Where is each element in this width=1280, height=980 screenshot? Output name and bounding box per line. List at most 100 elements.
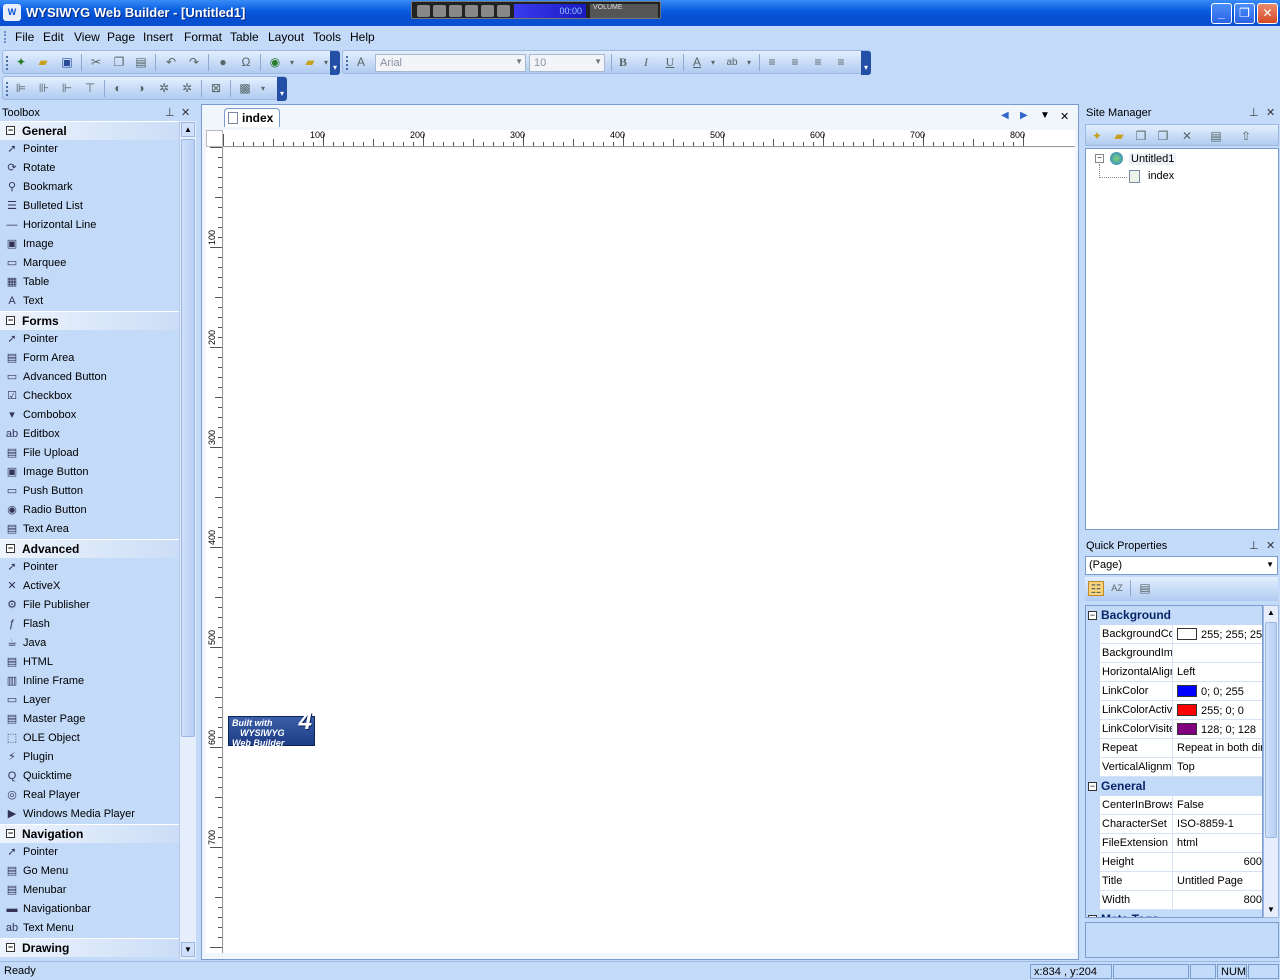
collapse-icon[interactable]: − bbox=[1088, 915, 1097, 917]
media-pause-icon[interactable] bbox=[449, 5, 462, 17]
toolbox-item[interactable]: ⚲ Bookmark bbox=[0, 178, 196, 197]
menu-view[interactable]: View bbox=[74, 30, 100, 44]
collapse-icon[interactable]: − bbox=[6, 829, 15, 838]
toolbox-item[interactable]: ☰ Bulleted List bbox=[0, 197, 196, 216]
media-play-icon[interactable] bbox=[433, 5, 446, 17]
copy-icon[interactable]: ❐ bbox=[111, 55, 127, 70]
property-row[interactable]: BackgroundImage bbox=[1086, 644, 1262, 663]
size-to-fit-icon[interactable]: ⊠ bbox=[208, 81, 224, 96]
toolbox-section-advanced[interactable]: − Advanced bbox=[0, 539, 196, 558]
property-row[interactable]: Height 600 bbox=[1086, 853, 1262, 872]
preview-icon[interactable]: ◉ bbox=[267, 55, 283, 70]
toolbox-item[interactable]: ▣ Image bbox=[0, 235, 196, 254]
toolbox-item[interactable]: ▭ Layer bbox=[0, 691, 196, 710]
collapse-icon[interactable]: − bbox=[6, 943, 15, 952]
toolbox-item[interactable]: ⚡ Plugin bbox=[0, 748, 196, 767]
menu-table[interactable]: Table bbox=[230, 30, 259, 44]
toolbox-item[interactable]: A Text bbox=[0, 292, 196, 311]
scrollbar-thumb[interactable] bbox=[181, 139, 195, 737]
property-value[interactable]: 0; 0; 255 bbox=[1175, 682, 1262, 701]
tree-node-index[interactable]: index bbox=[1148, 170, 1174, 182]
toolbox-section-drawing[interactable]: − Drawing bbox=[0, 938, 196, 957]
group-icon[interactable]: ✲ bbox=[156, 81, 172, 96]
toolbox-item[interactable]: ☕ Java bbox=[0, 634, 196, 653]
delete-icon[interactable]: ✕ bbox=[1179, 129, 1195, 144]
duplicate-icon[interactable]: ❐ bbox=[1155, 129, 1171, 144]
scroll-up-icon[interactable]: ▲ bbox=[181, 122, 195, 137]
collapse-icon[interactable]: − bbox=[6, 544, 15, 553]
spell-dropdown-icon[interactable]: ▾ bbox=[741, 55, 757, 70]
toolbox-item[interactable]: ▥ Inline Frame bbox=[0, 672, 196, 691]
toolbox-item[interactable]: ◉ Radio Button bbox=[0, 501, 196, 520]
property-row[interactable]: FileExtension html bbox=[1086, 834, 1262, 853]
toolbox-item[interactable]: ▤ Menubar bbox=[0, 881, 196, 900]
spell-check-icon[interactable]: ab bbox=[724, 55, 740, 70]
new-folder-icon[interactable]: ▰ bbox=[1111, 129, 1127, 144]
toolbox-item[interactable]: ▾ Combobox bbox=[0, 406, 196, 425]
pin-icon[interactable]: ⊥ bbox=[1249, 106, 1259, 119]
property-row[interactable]: Repeat Repeat in both directions bbox=[1086, 739, 1262, 758]
menu-help[interactable]: Help bbox=[350, 30, 375, 44]
new-page-icon[interactable]: ✦ bbox=[1089, 129, 1105, 144]
toolbar-options-icon[interactable]: ▾ bbox=[330, 51, 340, 75]
pin-icon[interactable]: ⊥ bbox=[1249, 539, 1259, 552]
property-row[interactable]: LinkColorActive 255; 0; 0 bbox=[1086, 701, 1262, 720]
toolbox-item[interactable]: ▤ Form Area bbox=[0, 349, 196, 368]
toolbox-item[interactable]: ▤ Go Menu bbox=[0, 862, 196, 881]
property-row[interactable]: CharacterSet ISO-8859-1 bbox=[1086, 815, 1262, 834]
toolbox-item[interactable]: ▭ Advanced Button bbox=[0, 368, 196, 387]
paste-icon[interactable]: ▤ bbox=[133, 55, 149, 70]
alphabetical-icon[interactable]: AZ bbox=[1109, 581, 1125, 596]
menu-edit[interactable]: Edit bbox=[43, 30, 64, 44]
menu-insert[interactable]: Insert bbox=[143, 30, 173, 44]
media-next-icon[interactable] bbox=[481, 5, 494, 17]
menu-format[interactable]: Format bbox=[184, 30, 222, 44]
toolbox-item[interactable]: ab Editbox bbox=[0, 425, 196, 444]
toolbar-options-icon[interactable]: ▾ bbox=[277, 77, 287, 101]
align-justify-icon[interactable]: ≡ bbox=[833, 55, 849, 70]
toolbox-item[interactable]: ▦ Table bbox=[0, 273, 196, 292]
toolbox-item[interactable]: ⟳ Rotate bbox=[0, 159, 196, 178]
media-stop-icon[interactable] bbox=[465, 5, 478, 17]
properties-icon[interactable]: ▤ bbox=[1208, 129, 1224, 144]
align-top-icon[interactable]: ⊤ bbox=[82, 81, 98, 96]
property-grid-scrollbar[interactable]: ▲ ▼ bbox=[1263, 605, 1279, 918]
property-row[interactable]: LinkColor 0; 0; 255 bbox=[1086, 682, 1262, 701]
ungroup-icon[interactable]: ✲ bbox=[179, 81, 195, 96]
media-prev-icon[interactable] bbox=[417, 5, 430, 17]
toolbox-item[interactable]: ƒ Flash bbox=[0, 615, 196, 634]
toolbox-item[interactable]: ▤ Master Page bbox=[0, 710, 196, 729]
align-left-edges-icon[interactable]: ⊫ bbox=[13, 81, 29, 96]
publish-icon[interactable]: ▰ bbox=[302, 55, 318, 70]
close-icon[interactable]: ✕ bbox=[1266, 106, 1275, 119]
toolbox-section-navigation[interactable]: − Navigation bbox=[0, 824, 196, 843]
preview-dropdown-icon[interactable]: ▾ bbox=[284, 55, 300, 70]
font-name-combo[interactable]: Arial ▼ bbox=[375, 54, 526, 72]
open-icon[interactable]: ▰ bbox=[35, 55, 51, 70]
toolbox-item[interactable]: ▣ Image Button bbox=[0, 463, 196, 482]
send-back-icon[interactable]: ◑ bbox=[133, 81, 149, 96]
scrollbar-thumb[interactable] bbox=[1265, 622, 1277, 838]
categorized-icon[interactable]: ☷ bbox=[1088, 581, 1104, 596]
toolbox-scrollbar[interactable]: ▲ ▼ bbox=[179, 121, 196, 959]
page-canvas[interactable] bbox=[224, 148, 1075, 953]
close-icon[interactable]: ✕ bbox=[181, 106, 190, 119]
redo-icon[interactable]: ↷ bbox=[186, 55, 202, 70]
copy-page-icon[interactable]: ❐ bbox=[1133, 129, 1149, 144]
menu-grip[interactable] bbox=[4, 31, 7, 43]
property-value[interactable]: Top bbox=[1175, 758, 1262, 777]
property-value[interactable]: 600 bbox=[1175, 853, 1262, 872]
toolbox-item[interactable]: ▶ Windows Media Player bbox=[0, 805, 196, 824]
toolbox-item[interactable]: ➚ Pointer bbox=[0, 140, 196, 159]
property-value[interactable]: Left bbox=[1175, 663, 1262, 682]
property-row[interactable]: Width 800 bbox=[1086, 891, 1262, 910]
toolbox-item[interactable]: ✕ ActiveX bbox=[0, 577, 196, 596]
toolbox-item[interactable]: ▤ HTML bbox=[0, 653, 196, 672]
maximize-button[interactable]: ❐ bbox=[1234, 3, 1255, 24]
align-center-icon[interactable]: ≡ bbox=[787, 55, 803, 70]
toolbox-item[interactable]: ➚ Pointer bbox=[0, 558, 196, 577]
property-row[interactable]: Title Untitled Page bbox=[1086, 872, 1262, 891]
minimize-button[interactable]: _ bbox=[1211, 3, 1232, 24]
collapse-icon[interactable]: − bbox=[1088, 611, 1097, 620]
font-style-icon[interactable]: A bbox=[353, 55, 369, 70]
